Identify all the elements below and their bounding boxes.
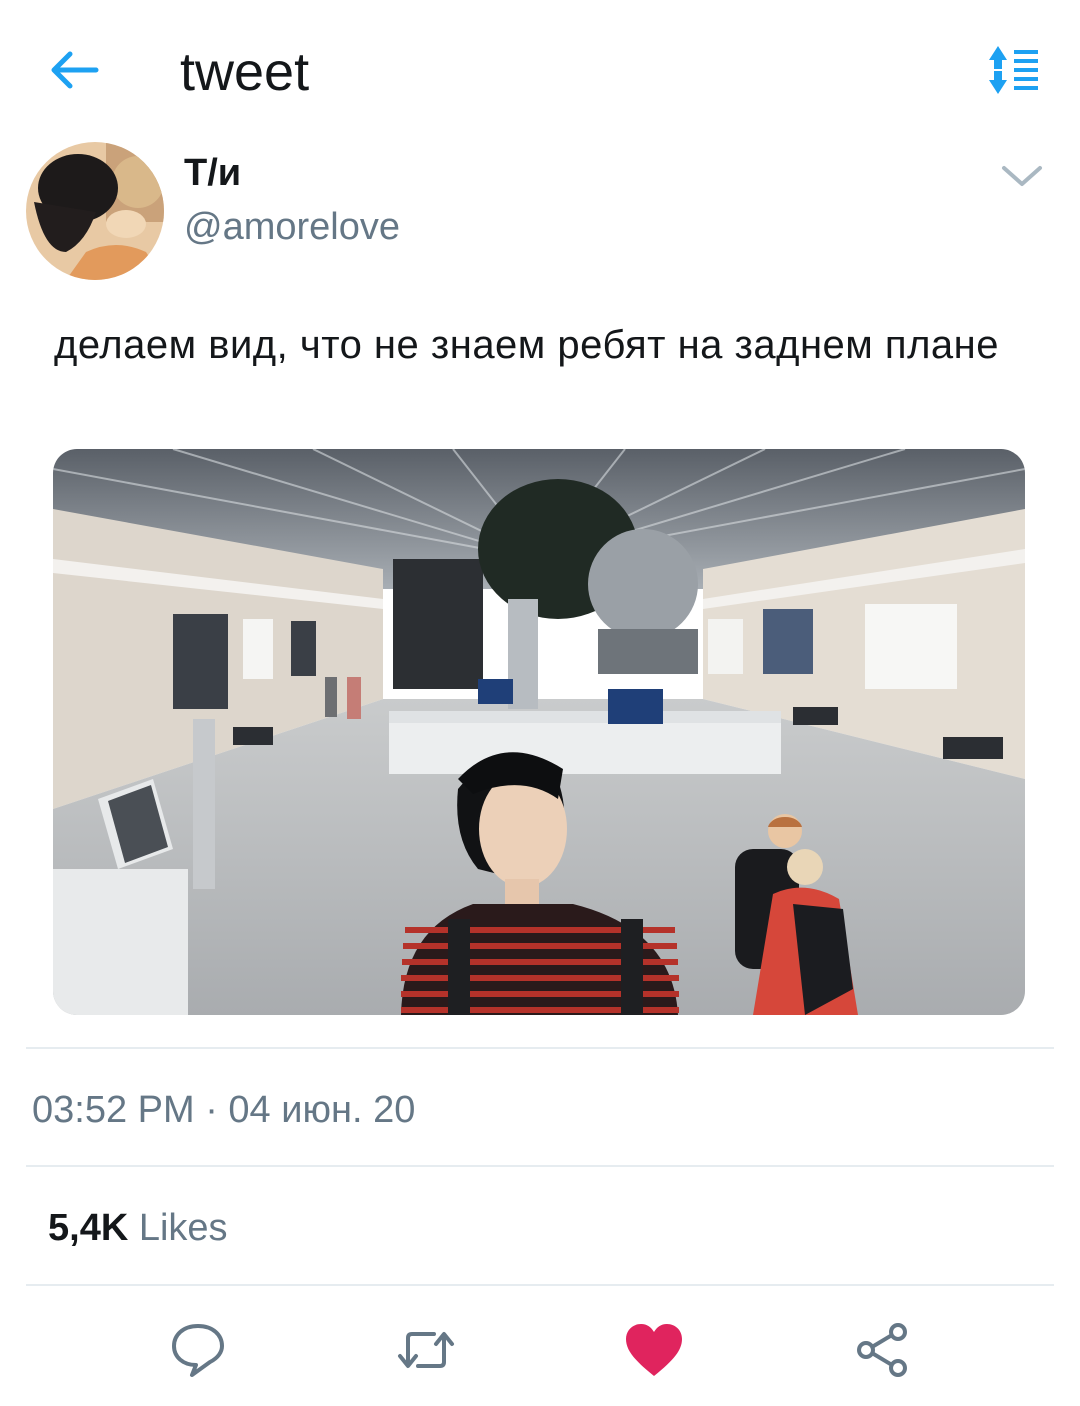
speech-bubble-icon — [172, 1324, 224, 1377]
like-button[interactable] — [622, 1318, 686, 1382]
tweet-timestamp: 03:52 PM · 04 июн. 20 — [32, 1089, 416, 1131]
divider — [26, 1284, 1054, 1286]
top-bar: tweet — [0, 0, 1080, 140]
retweet-icon — [398, 1332, 454, 1368]
avatar[interactable] — [26, 142, 164, 280]
divider — [26, 1047, 1054, 1049]
retweet-button[interactable] — [394, 1318, 458, 1382]
photo-museum-hall — [53, 449, 1025, 1015]
chevron-down-icon — [1002, 166, 1042, 186]
heart-icon — [626, 1324, 682, 1376]
author-handle[interactable]: @amorelove — [184, 204, 400, 250]
sort-button[interactable] — [978, 40, 1048, 100]
page-title: tweet — [180, 42, 310, 102]
share-icon — [857, 1323, 907, 1377]
likes-number: 5,4K — [48, 1207, 129, 1249]
divider — [26, 1165, 1054, 1167]
likes-label: Likes — [138, 1207, 228, 1249]
tweet-photo[interactable] — [53, 449, 1025, 1015]
arrow-left-icon — [51, 51, 99, 89]
more-options-button[interactable] — [996, 150, 1048, 202]
share-button[interactable] — [850, 1318, 914, 1382]
likes-count[interactable]: 5,4K Likes — [48, 1206, 228, 1250]
avatar-photo — [26, 142, 164, 280]
sort-arrows-list-icon — [989, 46, 1038, 94]
author-name[interactable]: Т/и — [184, 150, 241, 196]
tweet-text: делаем вид, что не знаем ребят на заднем… — [54, 323, 999, 367]
back-button[interactable] — [44, 40, 104, 100]
reply-button[interactable] — [166, 1318, 230, 1382]
